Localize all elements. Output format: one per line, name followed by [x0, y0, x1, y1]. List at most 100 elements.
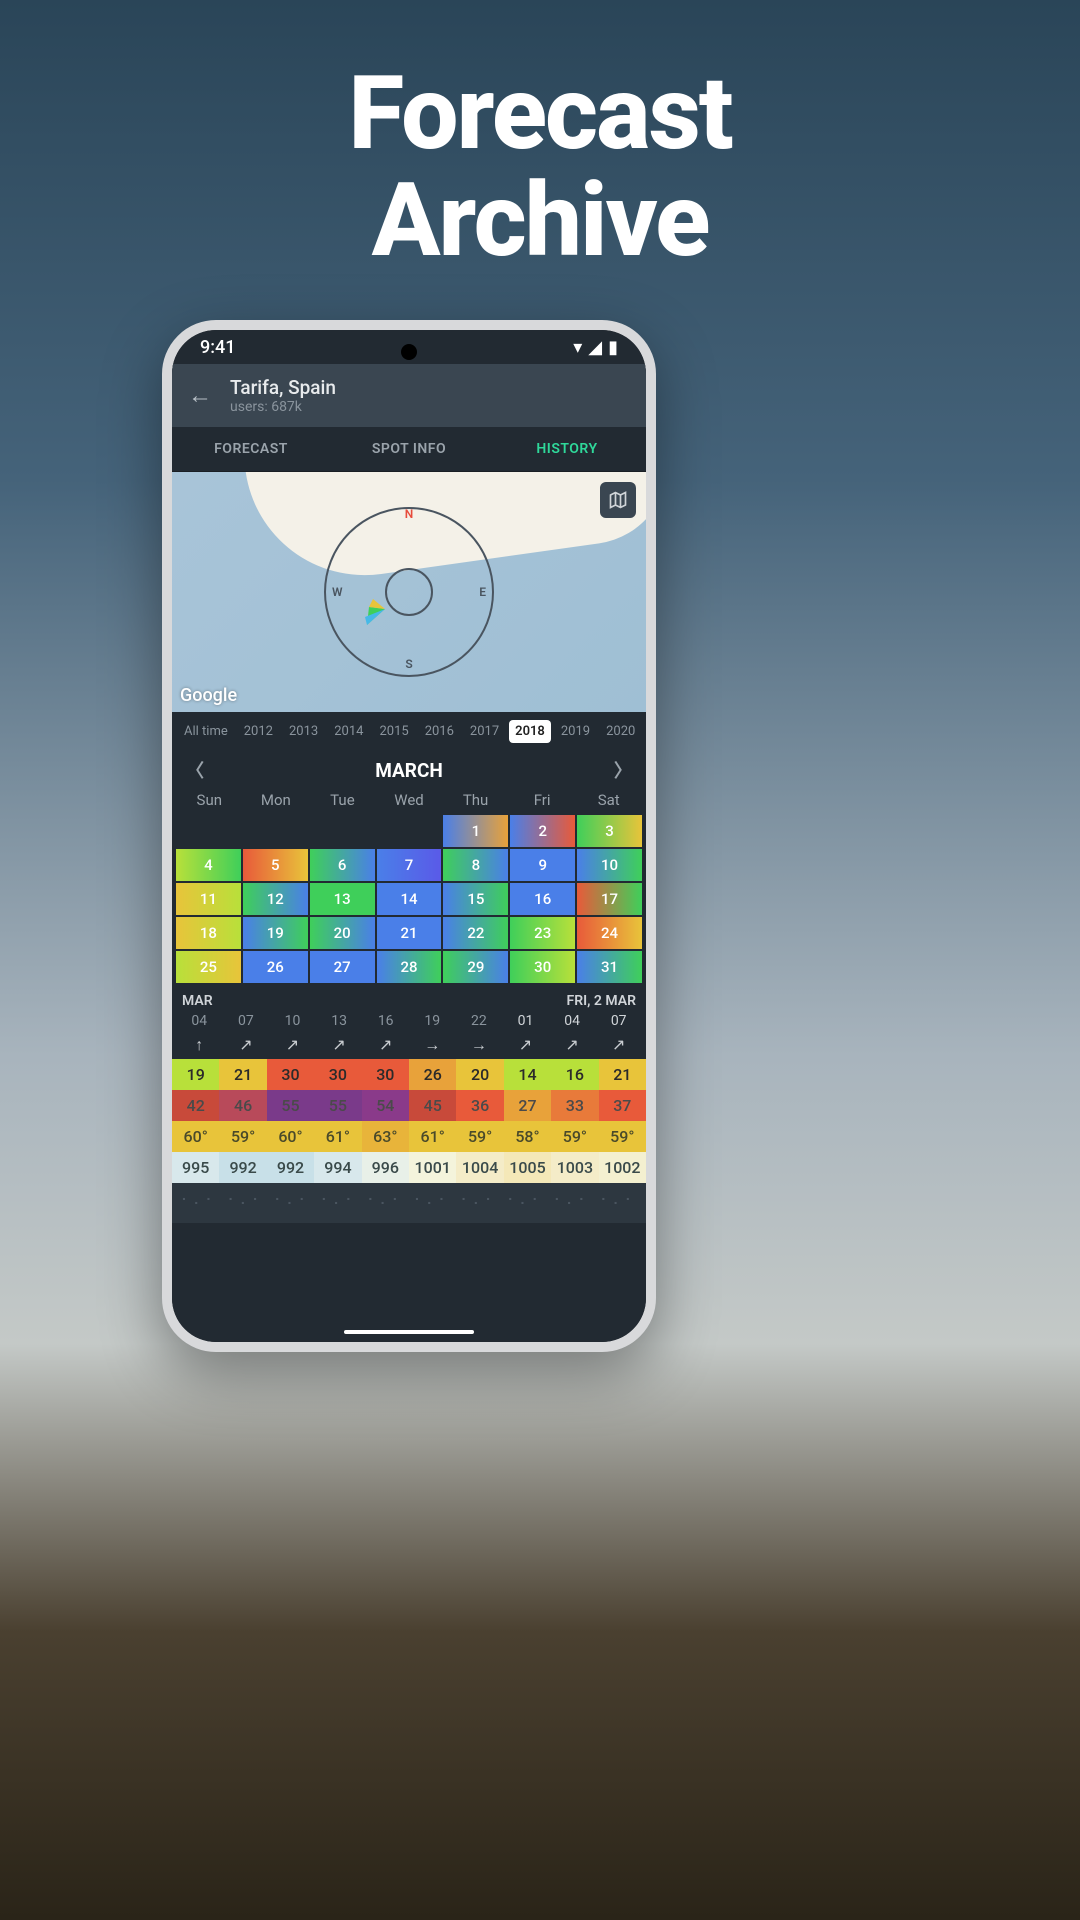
- calendar-day[interactable]: 13: [310, 883, 375, 915]
- data-cell: 21: [219, 1059, 266, 1090]
- precip-icon: ⠂⠄⠂: [409, 1193, 456, 1209]
- wind-speed-row: 19213030302620141621: [172, 1059, 646, 1090]
- data-cell: 1003: [551, 1152, 598, 1183]
- prev-month-icon[interactable]: 〈: [186, 757, 204, 783]
- calendar-day[interactable]: 26: [243, 951, 308, 983]
- data-cell: 33: [551, 1090, 598, 1121]
- calendar-day[interactable]: 23: [510, 917, 575, 949]
- year-2018[interactable]: 2018: [509, 720, 551, 743]
- data-cell: 30: [314, 1059, 361, 1090]
- wind-arrow-icon: →: [456, 1035, 503, 1055]
- year-2014[interactable]: 2014: [328, 720, 369, 743]
- calendar-day[interactable]: 12: [243, 883, 308, 915]
- data-cell: 54: [362, 1090, 409, 1121]
- wifi-icon: ▾: [573, 337, 582, 358]
- battery-icon: ▮: [608, 337, 618, 358]
- calendar-day[interactable]: 22: [443, 917, 508, 949]
- hour-label: 22: [456, 1013, 503, 1029]
- dow-label: Sat: [575, 791, 642, 809]
- calendar-day[interactable]: 6: [310, 849, 375, 881]
- dow-label: Sun: [176, 791, 243, 809]
- location-title: Tarifa, Spain: [230, 376, 336, 399]
- calendar-day[interactable]: 16: [510, 883, 575, 915]
- data-cell: 992: [219, 1152, 266, 1183]
- data-cell: 59°: [219, 1121, 266, 1152]
- temperature-row: 60°59°60°61°63°61°59°58°59°59°: [172, 1121, 646, 1152]
- map-layers-button[interactable]: [600, 482, 636, 518]
- calendar-day[interactable]: 5: [243, 849, 308, 881]
- map-view[interactable]: N S E W Google: [172, 472, 646, 712]
- year-2012[interactable]: 2012: [238, 720, 279, 743]
- calendar-day[interactable]: 20: [310, 917, 375, 949]
- tab-forecast[interactable]: FORECAST: [172, 427, 330, 471]
- data-cell: 994: [314, 1152, 361, 1183]
- calendar-day[interactable]: 4: [176, 849, 241, 881]
- calendar-day[interactable]: 2: [510, 815, 575, 847]
- calendar-day[interactable]: 7: [377, 849, 442, 881]
- calendar-day[interactable]: 9: [510, 849, 575, 881]
- year-2015[interactable]: 2015: [373, 720, 414, 743]
- calendar-day[interactable]: 1: [443, 815, 508, 847]
- calendar-day[interactable]: 27: [310, 951, 375, 983]
- hour-label: 13: [316, 1013, 363, 1029]
- data-cell: 1001: [409, 1152, 456, 1183]
- calendar-day[interactable]: 29: [443, 951, 508, 983]
- data-cell: 1004: [456, 1152, 503, 1183]
- calendar-day[interactable]: 10: [577, 849, 642, 881]
- hour-label: 10: [269, 1013, 316, 1029]
- calendar-day[interactable]: 24: [577, 917, 642, 949]
- calendar-day[interactable]: 30: [510, 951, 575, 983]
- calendar-day[interactable]: 19: [243, 917, 308, 949]
- precip-icon: ⠂⠄⠂: [269, 1193, 316, 1209]
- year-2013[interactable]: 2013: [283, 720, 324, 743]
- year-2016[interactable]: 2016: [419, 720, 460, 743]
- calendar-day[interactable]: 31: [577, 951, 642, 983]
- phone-frame: 9:41 ▾ ◢ ▮ ← Tarifa, Spain users: 687k F…: [162, 320, 656, 1352]
- year-2020[interactable]: 2020: [600, 720, 641, 743]
- calendar-day[interactable]: 11: [176, 883, 241, 915]
- precipitation-row: ⠂⠄⠂⠂⠄⠂⠂⠄⠂⠂⠄⠂⠂⠄⠂⠂⠄⠂⠂⠄⠂⠂⠄⠂⠂⠄⠂⠂⠄⠂: [172, 1183, 646, 1223]
- calendar-empty: [176, 815, 241, 847]
- data-cell: 27: [504, 1090, 551, 1121]
- wind-arrow-icon: ↗: [223, 1035, 270, 1055]
- year-2017[interactable]: 2017: [464, 720, 505, 743]
- data-cell: 63°: [362, 1121, 409, 1152]
- calendar-day[interactable]: 8: [443, 849, 508, 881]
- year-2019[interactable]: 2019: [555, 720, 596, 743]
- wind-arrow-icon: ↗: [362, 1035, 409, 1055]
- calendar-day[interactable]: 17: [577, 883, 642, 915]
- data-cell: 1005: [504, 1152, 551, 1183]
- data-cell: 42: [172, 1090, 219, 1121]
- dow-label: Thu: [442, 791, 509, 809]
- statusbar: 9:41 ▾ ◢ ▮: [172, 330, 646, 364]
- calendar-day[interactable]: 18: [176, 917, 241, 949]
- hero-title: Forecast Archive: [0, 0, 1080, 274]
- calendar-day[interactable]: 21: [377, 917, 442, 949]
- compass-rose: N S E W: [324, 507, 494, 677]
- year-202[interactable]: 202: [645, 720, 646, 743]
- home-indicator[interactable]: [344, 1330, 474, 1334]
- year-selector[interactable]: All time20122013201420152016201720182019…: [172, 712, 646, 751]
- calendar-day[interactable]: 28: [377, 951, 442, 983]
- next-month-icon[interactable]: 〉: [614, 757, 632, 783]
- calendar-day[interactable]: 14: [377, 883, 442, 915]
- hour-label: 07: [595, 1013, 642, 1029]
- tab-spotinfo[interactable]: SPOT INFO: [330, 427, 488, 471]
- data-cell: 61°: [314, 1121, 361, 1152]
- wind-arrow-icon: ↑: [176, 1035, 223, 1055]
- month-selector: 〈 MARCH 〉: [172, 751, 646, 789]
- calendar-day[interactable]: 25: [176, 951, 241, 983]
- compass-e: E: [479, 585, 486, 599]
- data-cell: 21: [599, 1059, 646, 1090]
- hour-label: 16: [362, 1013, 409, 1029]
- calendar-day[interactable]: 3: [577, 815, 642, 847]
- tab-history[interactable]: HISTORY: [488, 427, 646, 471]
- precip-icon: ⠂⠄⠂: [176, 1193, 223, 1209]
- data-cell: 14: [504, 1059, 551, 1090]
- year-All time[interactable]: All time: [178, 720, 234, 743]
- pressure-row: 99599299299499610011004100510031002: [172, 1152, 646, 1183]
- precip-icon: ⠂⠄⠂: [223, 1193, 270, 1209]
- calendar-day[interactable]: 15: [443, 883, 508, 915]
- wind-arrow-icon: →: [409, 1035, 456, 1055]
- back-icon[interactable]: ←: [188, 381, 212, 410]
